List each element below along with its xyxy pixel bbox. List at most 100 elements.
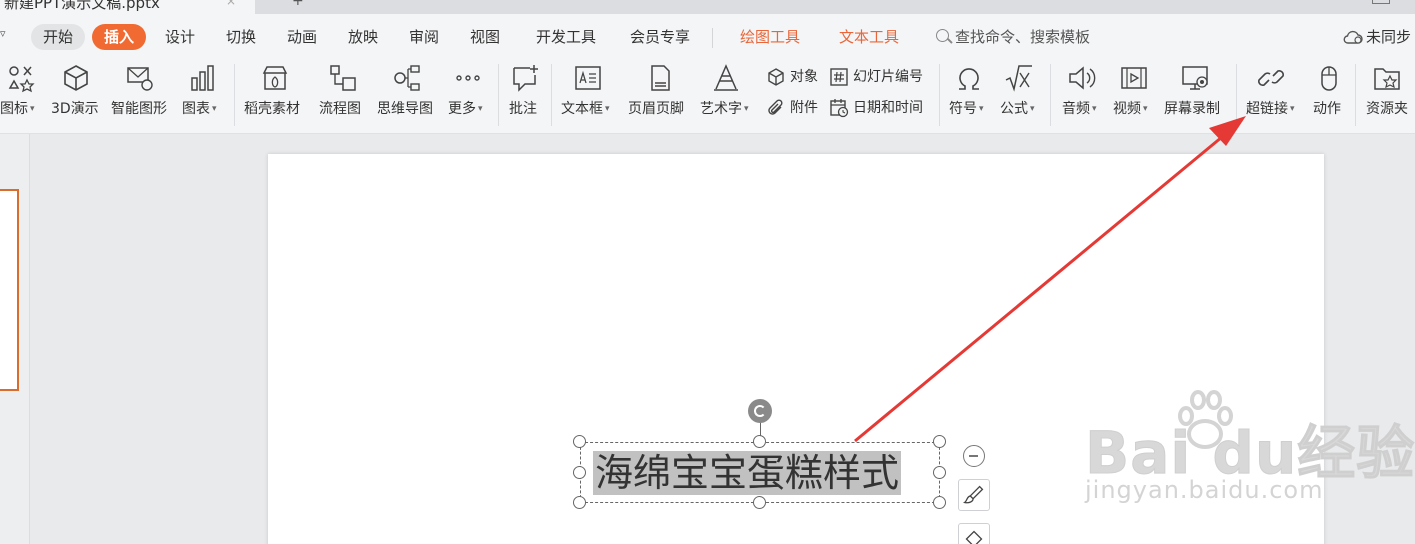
symbol-label: 符号 ▾ <box>949 101 984 117</box>
more-button[interactable]: 更多 ▾ <box>447 58 491 134</box>
textbox-selected-text[interactable]: 海绵宝宝蛋糕样式 <box>593 451 902 495</box>
mindmap-label: 思维导图 <box>377 101 433 117</box>
store-icon <box>262 66 288 90</box>
omega-icon <box>959 68 979 90</box>
wordart-button[interactable]: 艺术字 ▾ <box>699 58 757 134</box>
screen-record-label: 屏幕录制 <box>1164 101 1220 117</box>
tab-member[interactable]: 会员专享 <box>630 24 690 50</box>
shape-fill-button[interactable] <box>958 523 990 544</box>
smartart-label: 智能图形 <box>111 101 167 117</box>
symbol-button[interactable]: 符号 ▾ <box>947 58 991 134</box>
smartart-icon <box>127 67 153 91</box>
tab-animation[interactable]: 动画 <box>287 24 317 50</box>
resize-handle-bottom-left[interactable] <box>573 496 586 509</box>
slide-number-label: 幻灯片编号 <box>853 69 923 85</box>
chart-button[interactable]: 图表 ▾ <box>182 58 226 134</box>
resize-handle-bottom-right[interactable] <box>933 496 946 509</box>
resize-handle-bottom[interactable] <box>753 496 766 509</box>
tab-text-tools[interactable]: 文本工具 <box>839 24 899 50</box>
ribbon-divider <box>551 64 552 126</box>
tab-transition[interactable]: 切换 <box>226 24 256 50</box>
flowchart-icon <box>330 65 356 91</box>
search-input[interactable]: 查找命令、搜索模板 <box>955 24 1090 50</box>
resize-handle-left[interactable] <box>573 466 586 479</box>
wordart-icon <box>714 64 738 91</box>
textbox-button[interactable]: 文本框 ▾ <box>560 58 620 134</box>
formula-label: 公式 ▾ <box>1000 101 1035 117</box>
editing-workspace: 海绵宝宝蛋糕样式 Bai du经验 jingyan.baidu.com <box>0 134 1415 544</box>
more-dots-icon <box>456 75 480 81</box>
resize-handle-top[interactable] <box>753 435 766 448</box>
tab-close-icon[interactable]: × <box>226 0 236 8</box>
ribbon-divider <box>1355 64 1356 126</box>
attachment-label: 附件 <box>790 100 818 116</box>
mindmap-button[interactable]: 思维导图 <box>376 58 440 134</box>
resize-handle-right[interactable] <box>933 466 946 479</box>
header-footer-button[interactable]: 页眉页脚 <box>628 58 692 134</box>
datetime-button[interactable]: 日期和时间 <box>829 96 931 120</box>
tab-home[interactable]: 开始 <box>31 24 86 50</box>
resource-folder-icon <box>1374 68 1400 90</box>
hyperlink-label: 超链接 ▾ <box>1246 101 1295 117</box>
wordart-label: 艺术字 ▾ <box>700 101 749 117</box>
slide-thumbnail-pane <box>0 134 30 544</box>
screen-record-button[interactable]: 屏幕录制 <box>1163 58 1227 134</box>
ribbon-divider <box>1050 64 1051 126</box>
comment-button[interactable]: 批注 <box>507 58 543 134</box>
daoke-material-button[interactable]: 稻壳素材 <box>244 58 308 134</box>
paperclip-icon <box>768 99 783 115</box>
selected-textbox[interactable]: 海绵宝宝蛋糕样式 <box>580 442 940 503</box>
icons-button[interactable]: 图标 ▾ <box>0 58 42 134</box>
new-tab-icon[interactable]: + <box>292 0 304 9</box>
rotate-handle-icon[interactable] <box>748 399 772 423</box>
mindmap-icon <box>394 65 420 91</box>
ribbon-divider <box>498 64 499 126</box>
more-label: 更多 ▾ <box>448 101 483 117</box>
audio-button[interactable]: 音频 ▾ <box>1060 58 1104 134</box>
3d-demo-button[interactable]: 3D演示 <box>50 58 104 134</box>
window-control-icon[interactable] <box>1372 0 1390 4</box>
collapse-menu-icon[interactable]: ▿ <box>0 27 6 40</box>
object-button[interactable]: 对象 <box>766 65 824 89</box>
resize-handle-top-left[interactable] <box>573 435 586 448</box>
hyperlink-button[interactable]: 超链接 ▾ <box>1246 58 1304 134</box>
hyperlink-chain-icon <box>1258 70 1284 86</box>
tab-slideshow[interactable]: 放映 <box>348 24 378 50</box>
tab-developer[interactable]: 开发工具 <box>536 24 596 50</box>
fill-bucket-icon <box>965 530 983 544</box>
header-footer-label: 页眉页脚 <box>628 101 684 117</box>
sync-status[interactable]: 未同步 <box>1366 24 1411 50</box>
attachment-button[interactable]: 附件 <box>766 96 824 120</box>
formula-button[interactable]: 公式 ▾ <box>998 58 1042 134</box>
search-icon[interactable] <box>936 29 949 42</box>
formula-sqrt-icon <box>1005 65 1032 92</box>
brush-style-button[interactable] <box>958 479 990 511</box>
object-label: 对象 <box>790 69 818 85</box>
flowchart-button[interactable]: 流程图 <box>318 58 370 134</box>
video-button[interactable]: 视频 ▾ <box>1111 58 1157 134</box>
smartart-button[interactable]: 智能图形 <box>111 58 175 134</box>
slide-thumbnail[interactable] <box>0 189 19 391</box>
tab-design[interactable]: 设计 <box>165 24 195 50</box>
cloud-sync-icon[interactable] <box>1343 30 1363 44</box>
video-label: 视频 ▾ <box>1113 101 1148 117</box>
daoke-material-label: 稻壳素材 <box>244 101 300 117</box>
action-button[interactable]: 动作 <box>1311 58 1347 134</box>
slide-number-button[interactable]: 幻灯片编号 <box>829 65 931 89</box>
tab-insert[interactable]: 插入 <box>92 24 147 50</box>
tab-view[interactable]: 视图 <box>470 24 500 50</box>
collapse-minus-icon[interactable] <box>963 445 985 467</box>
speaker-icon <box>1069 66 1096 90</box>
cube-icon <box>64 65 88 91</box>
resource-folder-button[interactable]: 资源夹 <box>1364 58 1415 134</box>
menu-bar: ▿ 开始 插入 设计 切换 动画 放映 审阅 视图 开发工具 会员专享 绘图工具… <box>0 14 1415 58</box>
tab-review[interactable]: 审阅 <box>409 24 439 50</box>
resize-handle-top-right[interactable] <box>933 435 946 448</box>
icons-label: 图标 ▾ <box>0 101 35 117</box>
wps-presentation-window: 新建PPT演示文稿.pptx × + ▿ 开始 插入 设计 切换 动画 放映 审… <box>0 0 1415 544</box>
document-tab[interactable]: 新建PPT演示文稿.pptx × <box>0 0 255 14</box>
tab-drawing-tools[interactable]: 绘图工具 <box>740 24 800 50</box>
video-icon <box>1121 67 1147 89</box>
ribbon-divider <box>234 64 235 126</box>
3d-demo-label: 3D演示 <box>51 101 99 117</box>
